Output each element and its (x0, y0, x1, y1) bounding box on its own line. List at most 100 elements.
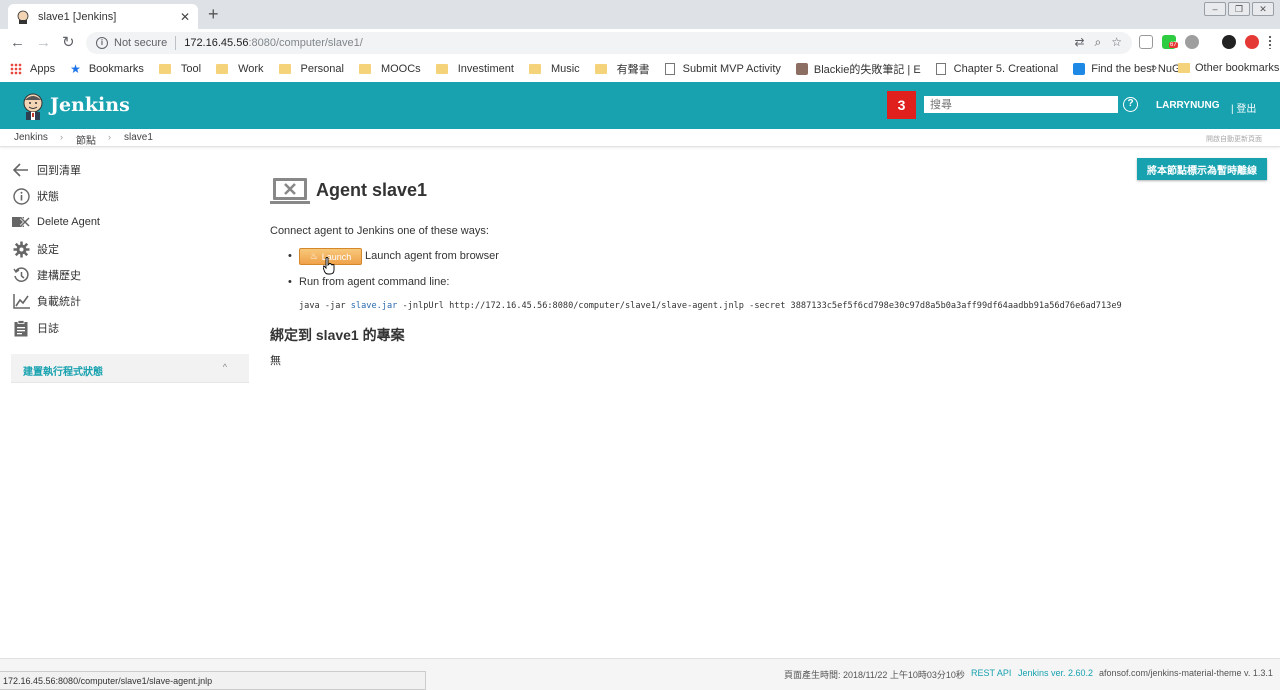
profile-avatar[interactable] (1222, 35, 1236, 49)
zoom-icon[interactable]: ⌕ (1095, 35, 1102, 50)
sidebar-item-configure[interactable]: 設定 (12, 239, 59, 259)
tab-title: slave1 [Jenkins] (38, 10, 117, 23)
bookmark-item[interactable]: Tool (158, 63, 201, 75)
projects-heading: 綁定到 slave1 的專案 (270, 327, 405, 343)
tab-close-icon[interactable]: ✕ (180, 10, 190, 24)
copy-extension-icon[interactable] (1139, 35, 1153, 49)
bookmark-label: Investiment (457, 62, 514, 75)
bookmark-item[interactable]: Chapter 5. Creational (935, 62, 1059, 75)
site-info-icon[interactable]: i (96, 37, 108, 49)
sidebar-item-status[interactable]: 狀態 (12, 186, 59, 206)
page-icon (935, 62, 946, 75)
cmd-prefix: java -jar (299, 301, 351, 311)
window-controls: – ❐ ✕ (1204, 2, 1274, 16)
translate-icon[interactable]: ⇄ (1074, 35, 1084, 50)
help-icon[interactable]: ? (1123, 97, 1138, 112)
jenkins-header: Jenkins 3 ? LARRYNUNG | 登出 (0, 82, 1280, 129)
bookmark-item[interactable]: Investiment (435, 62, 514, 75)
java-icon: ♨ (309, 251, 318, 261)
bookmark-item[interactable]: Apps (10, 62, 55, 75)
sidebar-item-label: 設定 (37, 244, 59, 256)
minimize-icon[interactable]: – (1204, 2, 1226, 16)
bookmark-item[interactable]: Music (528, 63, 580, 75)
bookmark-star-icon[interactable]: ☆ (1111, 35, 1122, 50)
theme-credit: afonsof.com/jenkins-material-theme v. 1.… (1099, 668, 1273, 678)
run-description: Run from agent command line: (299, 276, 450, 288)
chevron-up-icon[interactable]: ^ (223, 362, 227, 372)
more-bookmarks-button[interactable]: » (1151, 62, 1157, 74)
slave-jar-link[interactable]: slave.jar (351, 301, 398, 311)
sidebar-item-label: 狀態 (37, 191, 59, 203)
bookmark-item[interactable]: ★ Bookmarks (70, 62, 144, 76)
notification-badge[interactable]: 3 (887, 91, 916, 119)
bookmark-item[interactable]: Personal (278, 63, 344, 75)
browser-tab[interactable]: slave1 [Jenkins] ✕ (8, 4, 198, 29)
bookmark-item[interactable]: Find the best NuGet (1073, 62, 1190, 75)
omnibox-divider (175, 36, 177, 50)
back-arrow-icon[interactable]: ← (10, 35, 25, 51)
arrow-left-icon (12, 161, 30, 179)
search-input[interactable] (924, 96, 1118, 113)
address-bar[interactable]: i Not secure 172.16.45.56 :8080/computer… (86, 32, 1132, 54)
sidebar-item-build-history[interactable]: 建構歷史 (12, 265, 81, 285)
bookmark-label: Bookmarks (88, 62, 144, 75)
bookmark-item[interactable]: MOOCs (358, 62, 421, 75)
sidebar-item-label: 負載統計 (37, 296, 81, 308)
jenkins-brand[interactable]: Jenkins (50, 94, 130, 116)
browser-status-url: 172.16.45.56:8080/computer/slave1/slave-… (0, 671, 426, 690)
delete-icon (12, 213, 30, 231)
executor-status-panel[interactable]: 建置執行程式狀態 ^ (11, 354, 249, 383)
bookmark-label: Work (238, 62, 264, 75)
folder-icon (358, 63, 371, 74)
folder-icon (1178, 63, 1190, 73)
gear-icon (12, 240, 30, 258)
bookmark-item[interactable]: Work (216, 62, 264, 75)
user-link[interactable]: LARRYNUNG (1156, 100, 1220, 111)
new-tab-button[interactable]: + (208, 5, 219, 23)
update-icon[interactable] (1245, 35, 1259, 49)
sidebar-item-load-statistics[interactable]: 負載統計 (12, 291, 81, 311)
breadcrumb-slave1[interactable]: slave1 (124, 132, 153, 143)
security-label: Not secure (114, 37, 168, 49)
bookmarks-bar: Apps ★ Bookmarks Tool Work Personal MOOCs Inves… (0, 57, 1280, 80)
restore-icon[interactable]: ❐ (1228, 2, 1250, 16)
rest-api-link[interactable]: REST API (971, 668, 1011, 678)
other-bookmarks-label: Other bookmarks (1195, 62, 1280, 74)
logout-link[interactable]: | 登出 (1231, 100, 1256, 115)
bookmark-label: MOOCs (380, 62, 421, 75)
extension-icon[interactable] (1185, 35, 1199, 49)
sidebar-item-label: 建構歷史 (37, 270, 81, 282)
breadcrumb-separator: › (60, 132, 63, 142)
bookmark-label: Chapter 5. Creational (953, 62, 1059, 75)
bookmark-label: Find the best NuGet (1091, 62, 1190, 75)
jenkins-logo-icon[interactable] (20, 92, 46, 120)
sidebar-item-label: 回到清單 (37, 165, 81, 177)
bookmark-item[interactable]: Submit MVP Activity (664, 62, 781, 75)
breadcrumb-nodes[interactable]: 節點 (76, 132, 96, 147)
clipboard-icon (12, 319, 30, 337)
folder-icon (216, 63, 229, 74)
sidebar-item-label: 日誌 (37, 323, 59, 335)
line-extension-icon[interactable]: 67 (1162, 35, 1178, 49)
list-bullet: • (288, 276, 292, 288)
auto-refresh-link[interactable]: 開啟自動更新頁面 (1206, 134, 1262, 144)
list-bullet: • (288, 250, 292, 262)
sidebar-item-log[interactable]: 日誌 (12, 318, 59, 338)
omnibox-actions: ⇄ ⌕ ☆ (1074, 35, 1122, 50)
executor-status-label: 建置執行程式狀態 (23, 367, 103, 378)
menu-kebab-icon[interactable] (1268, 35, 1272, 49)
jenkins-version-link[interactable]: Jenkins ver. 2.60.2 (1018, 668, 1093, 678)
mark-offline-button[interactable]: 將本節點標示為暫時離線 (1137, 158, 1267, 180)
bookmark-item[interactable]: 有聲書 (594, 61, 650, 77)
other-bookmarks[interactable]: Other bookmarks (1178, 62, 1279, 74)
page-title: Agent slave1 (316, 180, 428, 200)
nuget-icon (1073, 62, 1086, 75)
window-close-icon[interactable]: ✕ (1252, 2, 1274, 16)
reload-icon[interactable]: ↻ (62, 35, 75, 51)
forward-arrow-icon[interactable]: → (36, 35, 51, 51)
sidebar-item-delete-agent[interactable]: Delete Agent (12, 212, 100, 232)
breadcrumb-jenkins[interactable]: Jenkins (14, 132, 48, 143)
bookmark-item[interactable]: Blackie的失敗筆記 | E (795, 61, 921, 77)
hand-cursor-icon (323, 257, 335, 275)
sidebar-item-back[interactable]: 回到清單 (12, 160, 81, 180)
